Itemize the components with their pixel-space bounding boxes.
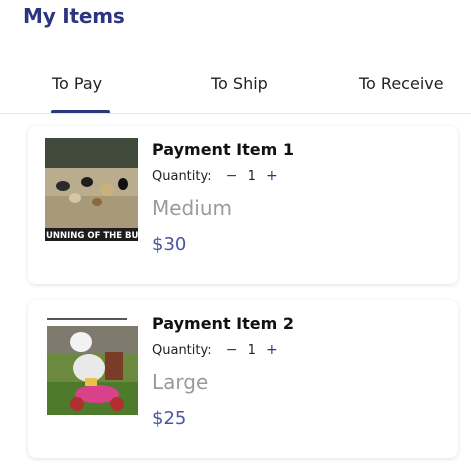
quantity-value: 1	[247, 168, 256, 184]
item-size: Medium	[152, 196, 232, 220]
item-name: Payment Item 1	[152, 140, 294, 159]
tabs-divider	[0, 113, 471, 114]
tab-to-pay[interactable]: To Pay	[52, 74, 102, 93]
quantity-label: Quantity:	[152, 168, 212, 184]
tab-to-receive[interactable]: To Receive	[359, 74, 444, 93]
minus-icon[interactable]: −	[226, 168, 238, 184]
quantity-value: 1	[247, 342, 256, 358]
tab-bar: To Pay To Ship To Receive	[0, 62, 471, 114]
item-thumbnail: UNNING OF THE BUL	[45, 138, 138, 241]
item-size: Large	[152, 370, 209, 394]
tab-to-ship[interactable]: To Ship	[211, 74, 268, 93]
item-thumbnail	[45, 312, 138, 415]
quantity-stepper: Quantity: − 1 +	[152, 168, 278, 184]
item-name: Payment Item 2	[152, 314, 294, 333]
minus-icon[interactable]: −	[226, 342, 238, 358]
cart-item-card[interactable]: Payment Item 2 Quantity: − 1 + Large $25	[28, 300, 458, 458]
cart-item-card[interactable]: UNNING OF THE BUL Payment Item 1 Quantit…	[28, 126, 458, 284]
item-price: $25	[152, 408, 187, 429]
quantity-stepper: Quantity: − 1 +	[152, 342, 278, 358]
plus-icon[interactable]: +	[266, 342, 278, 358]
page-title: My Items	[23, 4, 125, 28]
quantity-label: Quantity:	[152, 342, 212, 358]
item-price: $30	[152, 234, 187, 255]
svg-text:UNNING OF THE BUL: UNNING OF THE BUL	[46, 231, 138, 241]
plus-icon[interactable]: +	[266, 168, 278, 184]
